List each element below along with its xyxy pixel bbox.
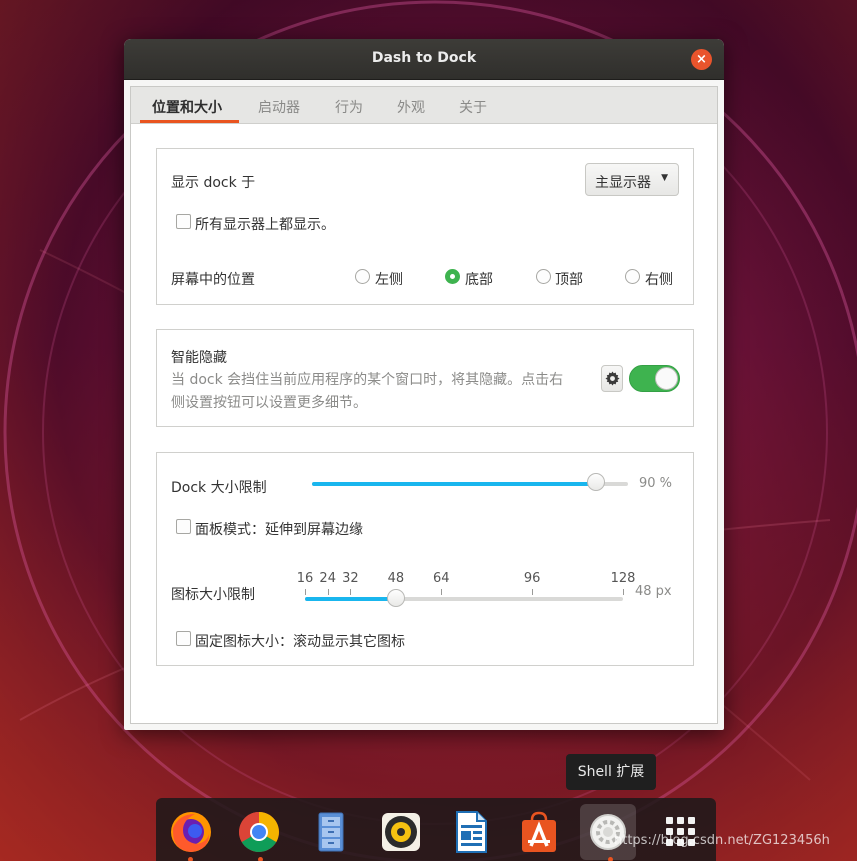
dash-to-dock-settings-window: Dash to Dock × 位置和大小 启动器 行为 外观 关于 显示 doc… <box>124 39 724 730</box>
fixed-icon-size-label[interactable]: 固定图标大小：滚动显示其它图标 <box>195 631 405 651</box>
tab-appearance[interactable]: 外观 <box>397 97 425 117</box>
position-right-label[interactable]: 右侧 <box>645 269 673 289</box>
libreoffice-writer-icon <box>456 811 487 853</box>
monitor-combo-value: 主显示器 <box>595 175 651 191</box>
icon-size-tick <box>532 589 534 595</box>
intellihide-settings-button[interactable] <box>601 365 623 392</box>
dock-size-slider-knob[interactable] <box>587 473 606 491</box>
icon-size-tick <box>441 589 443 595</box>
dock-size-label: Dock 大小限制 <box>171 480 267 496</box>
dock-tooltip: Shell 扩展 <box>566 754 656 790</box>
size-frame: Dock 大小限制 90 % 面板模式：延伸到屏幕边缘 图标大小限制 16 24 3… <box>156 452 694 666</box>
dock-item-show-applications[interactable] <box>653 804 709 860</box>
rhythmbox-icon <box>382 813 420 851</box>
intellihide-description: 当 dock 会挡住当前应用程序的某个窗口时，将其隐藏。点击右侧设置按钮可以设置… <box>171 372 564 411</box>
dock <box>156 798 716 861</box>
dock-item-libreoffice-writer[interactable] <box>443 804 499 860</box>
watermark: https://blog.csdn.net/ZG123456h <box>614 833 830 848</box>
position-left-label[interactable]: 左侧 <box>375 269 403 289</box>
intellihide-toggle[interactable] <box>629 365 680 392</box>
fixed-icon-size-checkbox[interactable] <box>176 631 191 646</box>
icon-size-mark: 16 <box>296 571 314 586</box>
settings-notebook: 位置和大小 启动器 行为 外观 关于 显示 dock 于 主显示器 ▼ 所有显示… <box>130 86 718 724</box>
show-dock-on-label: 显示 dock 于 <box>171 175 256 191</box>
monitor-combo[interactable]: 主显示器 ▼ <box>585 163 679 196</box>
gear-icon <box>605 371 620 386</box>
intellihide-frame: 智能隐藏 当 dock 会挡住当前应用程序的某个窗口时，将其隐藏。点击右侧设置按… <box>156 329 694 427</box>
toggle-knob <box>655 367 678 390</box>
dock-size-value: 90 % <box>639 476 673 491</box>
dock-item-software-center[interactable] <box>511 804 567 860</box>
files-icon <box>318 812 344 852</box>
all-monitors-checkbox[interactable] <box>176 214 191 229</box>
firefox-icon <box>171 812 211 852</box>
titlebar[interactable]: Dash to Dock × <box>124 39 724 80</box>
icon-size-tick <box>350 589 352 595</box>
position-top-label[interactable]: 顶部 <box>555 269 583 289</box>
chrome-icon <box>239 812 279 852</box>
icon-size-mark: 64 <box>433 571 450 586</box>
position-top-radio[interactable] <box>536 269 551 284</box>
screen-position-label: 屏幕中的位置 <box>171 272 255 288</box>
tab-position-and-size[interactable]: 位置和大小 <box>152 97 222 117</box>
tab-launchers[interactable]: 启动器 <box>258 97 300 117</box>
icon-size-tick <box>623 589 624 595</box>
close-button[interactable]: × <box>691 49 712 70</box>
dock-item-rhythmbox[interactable] <box>373 804 429 860</box>
firefox-running-indicator <box>188 857 193 861</box>
position-right-radio[interactable] <box>625 269 640 284</box>
window-title: Dash to Dock <box>371 50 477 66</box>
dock-item-files[interactable] <box>303 804 359 860</box>
chrome-running-indicator <box>258 857 263 861</box>
dock-item-chrome[interactable] <box>231 804 287 860</box>
dock-size-slider-fill <box>312 482 597 486</box>
icon-size-slider[interactable] <box>305 597 623 601</box>
chevron-down-icon: ▼ <box>661 173 668 183</box>
icon-size-mark: 48 <box>387 571 405 586</box>
all-monitors-label[interactable]: 所有显示器上都显示。 <box>195 214 335 234</box>
icon-size-mark: 32 <box>342 571 359 586</box>
position-left-radio[interactable] <box>355 269 370 284</box>
dock-item-shell-extension[interactable] <box>580 804 636 860</box>
icon-size-tick <box>305 589 306 595</box>
icon-size-value: 48 px <box>635 584 672 599</box>
icon-size-slider-knob[interactable] <box>386 589 405 607</box>
tab-about[interactable]: 关于 <box>459 97 487 117</box>
icon-size-mark: 128 <box>610 571 636 586</box>
software-center-icon <box>522 811 556 852</box>
icon-size-slider-fill <box>305 597 396 601</box>
dock-size-slider[interactable] <box>312 482 628 486</box>
position-frame: 显示 dock 于 主显示器 ▼ 所有显示器上都显示。 屏幕中的位置 左侧 底部… <box>156 148 694 305</box>
tab-bar: 位置和大小 启动器 行为 外观 关于 <box>131 87 717 124</box>
active-tab-indicator <box>140 120 239 123</box>
dock-item-firefox[interactable] <box>163 804 219 860</box>
tab-behavior[interactable]: 行为 <box>335 97 363 117</box>
panel-mode-label[interactable]: 面板模式：延伸到屏幕边缘 <box>195 519 363 539</box>
icon-size-mark: 96 <box>523 571 541 586</box>
shell-extension-running-indicator <box>608 857 613 861</box>
position-bottom-radio[interactable] <box>445 269 460 284</box>
intellihide-title: 智能隐藏 <box>171 350 227 366</box>
position-bottom-label[interactable]: 底部 <box>465 269 493 289</box>
icon-size-mark: 24 <box>319 571 336 586</box>
panel-mode-checkbox[interactable] <box>176 519 191 534</box>
icon-size-tick <box>327 589 329 595</box>
